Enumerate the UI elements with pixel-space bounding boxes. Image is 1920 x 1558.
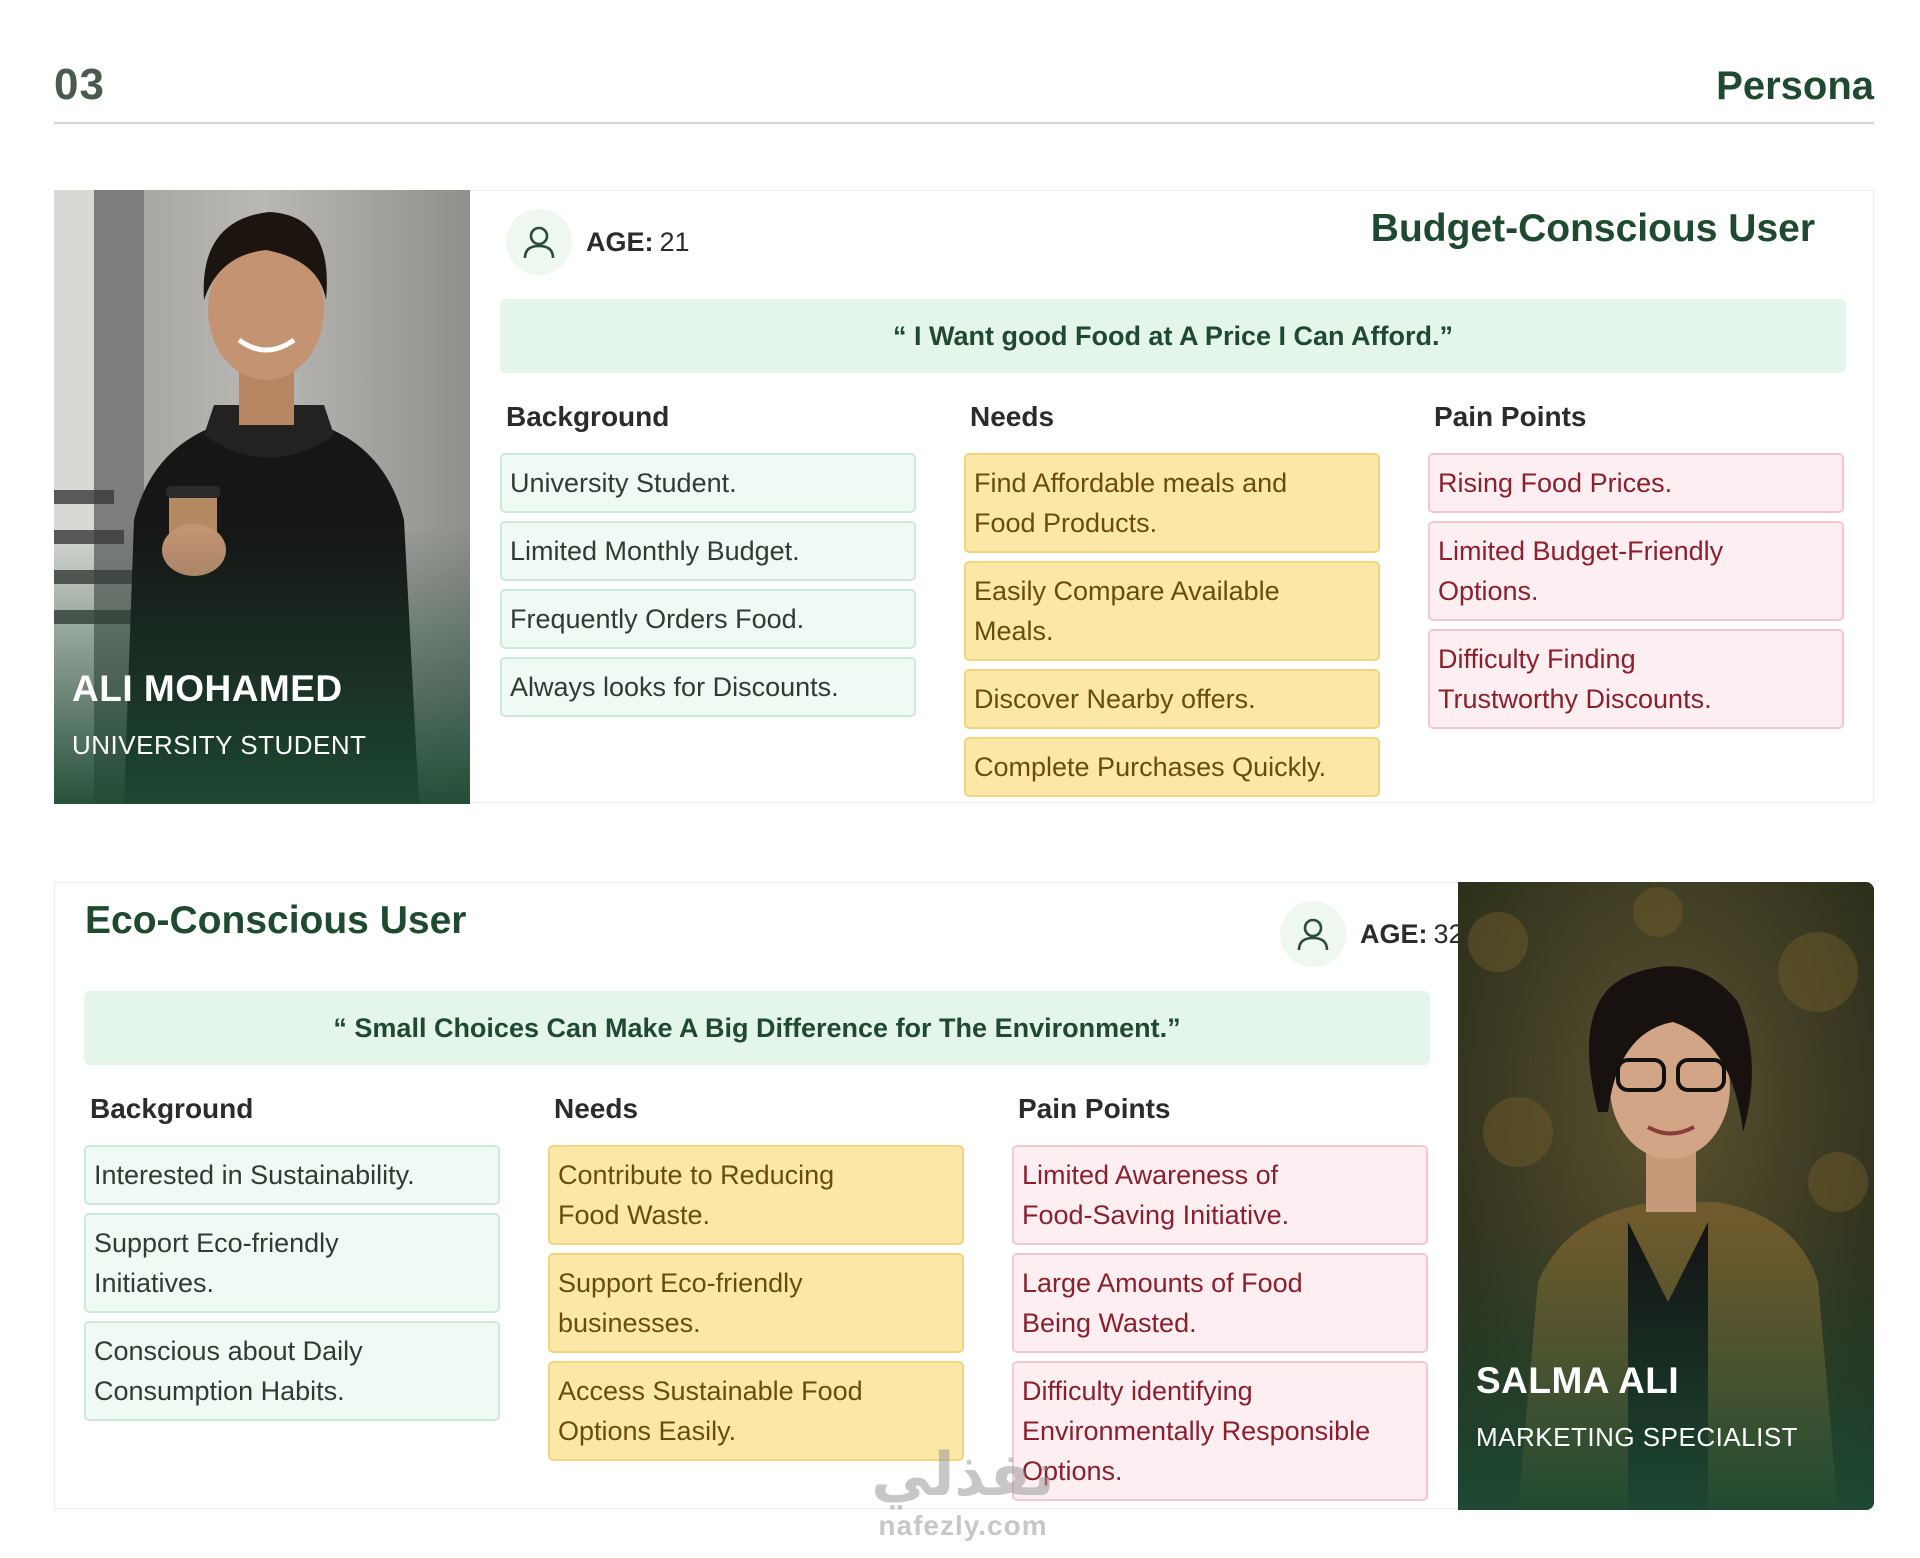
persona-content-1: AGE: 21 Budget-Conscious User “ I Want g…	[500, 191, 1846, 802]
background-item: Always looks for Discounts.	[500, 657, 916, 717]
column-title: Background	[506, 401, 670, 432]
pain-item: Difficulty identifying Environmentally R…	[1012, 1361, 1428, 1501]
background-item: Support Eco-friendly Initiatives.	[84, 1213, 500, 1313]
column-title: Pain Points	[1018, 1093, 1171, 1124]
column-title: Needs	[554, 1093, 639, 1124]
column-title: Background	[90, 1093, 254, 1124]
persona-role: MARKETING SPECIALIST	[1476, 1422, 1799, 1452]
persona-title: Eco-Conscious User	[85, 899, 467, 942]
persona-role: UNIVERSITY STUDENT	[72, 730, 367, 760]
pain-item: Limited Awareness of Food-Saving Initiat…	[1012, 1145, 1428, 1245]
watermark-arabic: نفذلي	[871, 1441, 1055, 1508]
age-label: AGE:	[586, 226, 654, 257]
need-item: Discover Nearby offers.	[964, 669, 1380, 729]
pain-item: Rising Food Prices.	[1428, 453, 1844, 513]
persona-name: ALI MOHAMED	[72, 668, 343, 709]
need-item: Contribute to Reducing Food Waste.	[548, 1145, 964, 1245]
persona-quote: “ I Want good Food at A Price I Can Affo…	[500, 299, 1846, 373]
persona-content-2: Eco-Conscious User AGE: 32 “ Small Choic…	[84, 883, 1464, 1509]
need-item: Find Affordable meals and Food Products.	[964, 453, 1380, 553]
persona-card-1: ALI MOHAMED UNIVERSITY STUDENT AGE: 21 B…	[54, 190, 1874, 804]
pain-item: Limited Budget-Friendly Options.	[1428, 521, 1844, 621]
background-item: University Student.	[500, 453, 916, 513]
age-block: AGE: 21	[506, 209, 690, 275]
persona-photo-1: ALI MOHAMED UNIVERSITY STUDENT	[54, 190, 470, 804]
background-column: Background Interested in Sustainability.…	[84, 1093, 500, 1429]
column-title: Needs	[970, 401, 1055, 432]
background-item: Frequently Orders Food.	[500, 589, 916, 649]
pain-item: Large Amounts of Food Being Wasted.	[1012, 1253, 1428, 1353]
need-item: Support Eco-friendly businesses.	[548, 1253, 964, 1353]
persona-photo-2: SALMA ALI MARKETING SPECIALIST	[1458, 882, 1874, 1510]
user-icon	[506, 209, 572, 275]
pain-item: Difficulty Finding Trustworthy Discounts…	[1428, 629, 1844, 729]
pain-points-column: Pain Points Rising Food Prices. Limited …	[1428, 401, 1844, 737]
column-title: Pain Points	[1434, 401, 1587, 432]
persona-name: SALMA ALI	[1476, 1360, 1680, 1401]
section-title: Persona	[1716, 64, 1874, 108]
persona-card-2: Eco-Conscious User AGE: 32 “ Small Choic…	[54, 882, 1874, 1510]
persona-title: Budget-Conscious User	[1370, 207, 1815, 250]
user-icon	[1280, 901, 1346, 967]
section-number: 03	[54, 60, 105, 109]
age-label: AGE:	[1360, 918, 1428, 949]
page-header: 03 Persona	[54, 56, 1874, 124]
pain-points-column: Pain Points Limited Awareness of Food-Sa…	[1012, 1093, 1428, 1509]
need-item: Easily Compare Available Meals.	[964, 561, 1380, 661]
watermark-latin: nafezly.com	[878, 1510, 1048, 1541]
need-item: Complete Purchases Quickly.	[964, 737, 1380, 797]
needs-column: Needs Find Affordable meals and Food Pro…	[964, 401, 1380, 805]
background-column: Background University Student. Limited M…	[500, 401, 916, 725]
persona-quote: “ Small Choices Can Make A Big Differenc…	[84, 991, 1430, 1065]
watermark: نفذلي nafezly.com	[858, 1440, 1068, 1542]
age-block: AGE: 32	[1280, 901, 1464, 967]
background-item: Conscious about Daily Consumption Habits…	[84, 1321, 500, 1421]
background-item: Interested in Sustainability.	[84, 1145, 500, 1205]
needs-column: Needs Contribute to Reducing Food Waste.…	[548, 1093, 964, 1469]
background-item: Limited Monthly Budget.	[500, 521, 916, 581]
age-value: 21	[659, 226, 690, 257]
